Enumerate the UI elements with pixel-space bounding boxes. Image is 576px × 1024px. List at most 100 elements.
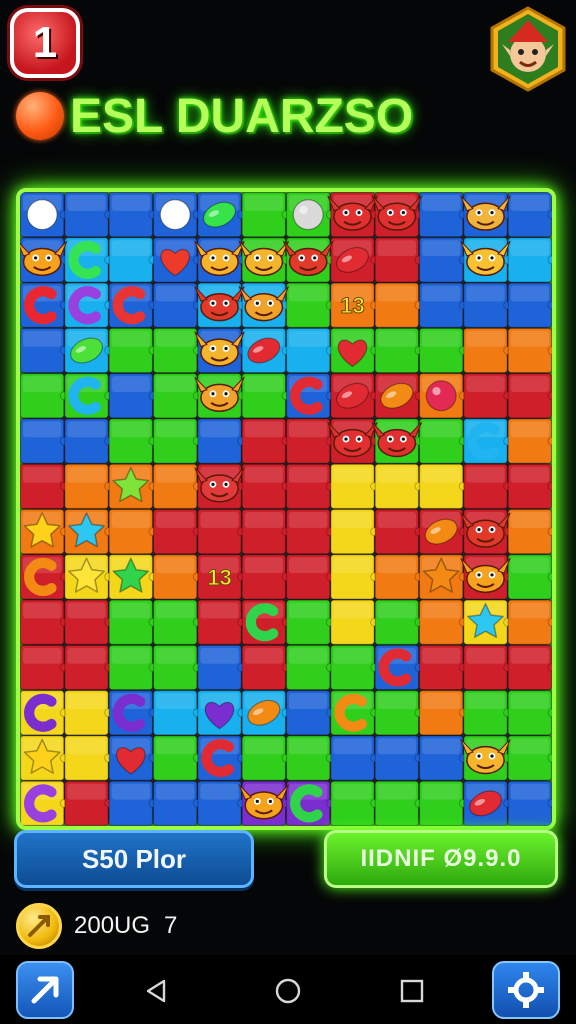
- tile-highlight: [244, 376, 283, 392]
- tile-highlight: [244, 557, 283, 574]
- tile-highlight: [156, 647, 195, 664]
- tile-highlight: [244, 738, 283, 755]
- tile-highlight: [377, 693, 416, 709]
- tile-highlight: [200, 647, 239, 664]
- tile-highlight: [111, 602, 150, 619]
- level-badge[interactable]: 1: [10, 8, 80, 78]
- tile-highlight: [244, 512, 283, 528]
- tile-highlight: [23, 602, 62, 619]
- ring-candy-icon[interactable]: [159, 199, 191, 231]
- level-number: 1: [32, 18, 58, 67]
- tile-highlight: [200, 602, 239, 619]
- tile-highlight: [510, 783, 549, 800]
- tile-highlight: [289, 602, 328, 619]
- shell-icon[interactable]: [292, 199, 324, 231]
- tile-highlight: [67, 602, 106, 619]
- tile-knob: [547, 663, 552, 672]
- tile-knob: [547, 346, 552, 355]
- tile-highlight: [377, 738, 416, 755]
- wave-ghost-icon[interactable]: [26, 199, 58, 231]
- tile-knob: [547, 753, 552, 763]
- coin-value: 200UG: [74, 912, 151, 939]
- orange-orb-icon: [16, 92, 64, 140]
- home-circle-icon[interactable]: [274, 977, 302, 1005]
- puzzle-gear-icon[interactable]: [492, 961, 560, 1019]
- tile-knob: [547, 300, 552, 310]
- tile-highlight: [510, 421, 549, 438]
- tile-highlight: [67, 466, 106, 483]
- back-triangle-icon[interactable]: [142, 977, 170, 1005]
- tile-highlight: [466, 376, 505, 392]
- tile-highlight: [510, 738, 549, 755]
- puzzle-grid[interactable]: 13 13: [20, 192, 552, 826]
- tile-highlight: [333, 738, 372, 755]
- tile-highlight: [244, 421, 283, 438]
- tile-highlight: [111, 647, 150, 664]
- tile-highlight: [156, 693, 195, 709]
- tile-highlight: [422, 285, 461, 302]
- tile-highlight: [244, 466, 283, 483]
- bottom-nav: [0, 955, 576, 1024]
- puzzle-board[interactable]: 13 13: [16, 188, 556, 830]
- tile-highlight: [510, 693, 549, 709]
- gold-coin-icon[interactable]: [16, 903, 62, 949]
- number-candy-icon[interactable]: 13: [340, 293, 365, 319]
- tile-highlight: [289, 693, 328, 709]
- coin-count: 7: [164, 912, 178, 939]
- tile-highlight: [422, 738, 461, 755]
- tile-highlight: [111, 512, 150, 528]
- tile-highlight: [289, 330, 328, 347]
- tile-highlight: [333, 783, 372, 800]
- tile-highlight: [289, 512, 328, 528]
- right-action-button[interactable]: IIDNIF Ø9.9.0: [324, 830, 558, 888]
- tile-highlight: [23, 466, 62, 483]
- tile-highlight: [510, 376, 549, 392]
- tile-highlight: [333, 466, 372, 483]
- tile-highlight: [466, 466, 505, 483]
- recent-square-icon[interactable]: [398, 977, 426, 1005]
- tile-highlight: [422, 421, 461, 438]
- top-bar: 1: [0, 0, 576, 92]
- tile-highlight: [510, 240, 549, 257]
- tile-highlight: [377, 512, 416, 528]
- tile-highlight: [377, 285, 416, 302]
- tile-knob: [547, 527, 552, 537]
- tile-highlight: [289, 647, 328, 664]
- coin-status: 200UG 7: [16, 902, 177, 950]
- tile-highlight: [23, 376, 62, 392]
- berry-candy-icon[interactable]: [425, 380, 457, 412]
- tile-highlight: [244, 195, 283, 211]
- arrow-up-right-icon[interactable]: [16, 961, 74, 1019]
- elf-avatar-icon[interactable]: [488, 6, 568, 92]
- tile-highlight: [377, 602, 416, 619]
- tile-highlight: [67, 693, 106, 709]
- tile-highlight: [289, 738, 328, 755]
- svg-text:13: 13: [207, 565, 231, 590]
- left-action-button[interactable]: S50 Plor: [14, 830, 254, 888]
- tile-highlight: [377, 330, 416, 347]
- tile-highlight: [333, 602, 372, 619]
- tile-highlight: [510, 512, 549, 528]
- tile-highlight: [466, 285, 505, 302]
- tile-highlight: [156, 557, 195, 574]
- tile-highlight: [156, 330, 195, 347]
- tile-knob: [547, 572, 552, 582]
- tile-highlight: [156, 602, 195, 619]
- tile-highlight: [333, 647, 372, 664]
- tile-highlight: [422, 330, 461, 347]
- tile-highlight: [289, 557, 328, 574]
- tile-highlight: [510, 330, 549, 347]
- tile-highlight: [510, 195, 549, 211]
- tile-highlight: [156, 783, 195, 800]
- tile-highlight: [111, 240, 150, 257]
- tile-knob: [547, 210, 552, 220]
- tile-highlight: [156, 376, 195, 392]
- tile-highlight: [200, 421, 239, 438]
- tile-highlight: [377, 783, 416, 800]
- tile-highlight: [289, 466, 328, 483]
- tile-highlight: [377, 240, 416, 257]
- tile-knob: [547, 255, 552, 265]
- tile-highlight: [466, 330, 505, 347]
- tile-highlight: [422, 693, 461, 709]
- number-candy-icon[interactable]: 13: [207, 564, 232, 590]
